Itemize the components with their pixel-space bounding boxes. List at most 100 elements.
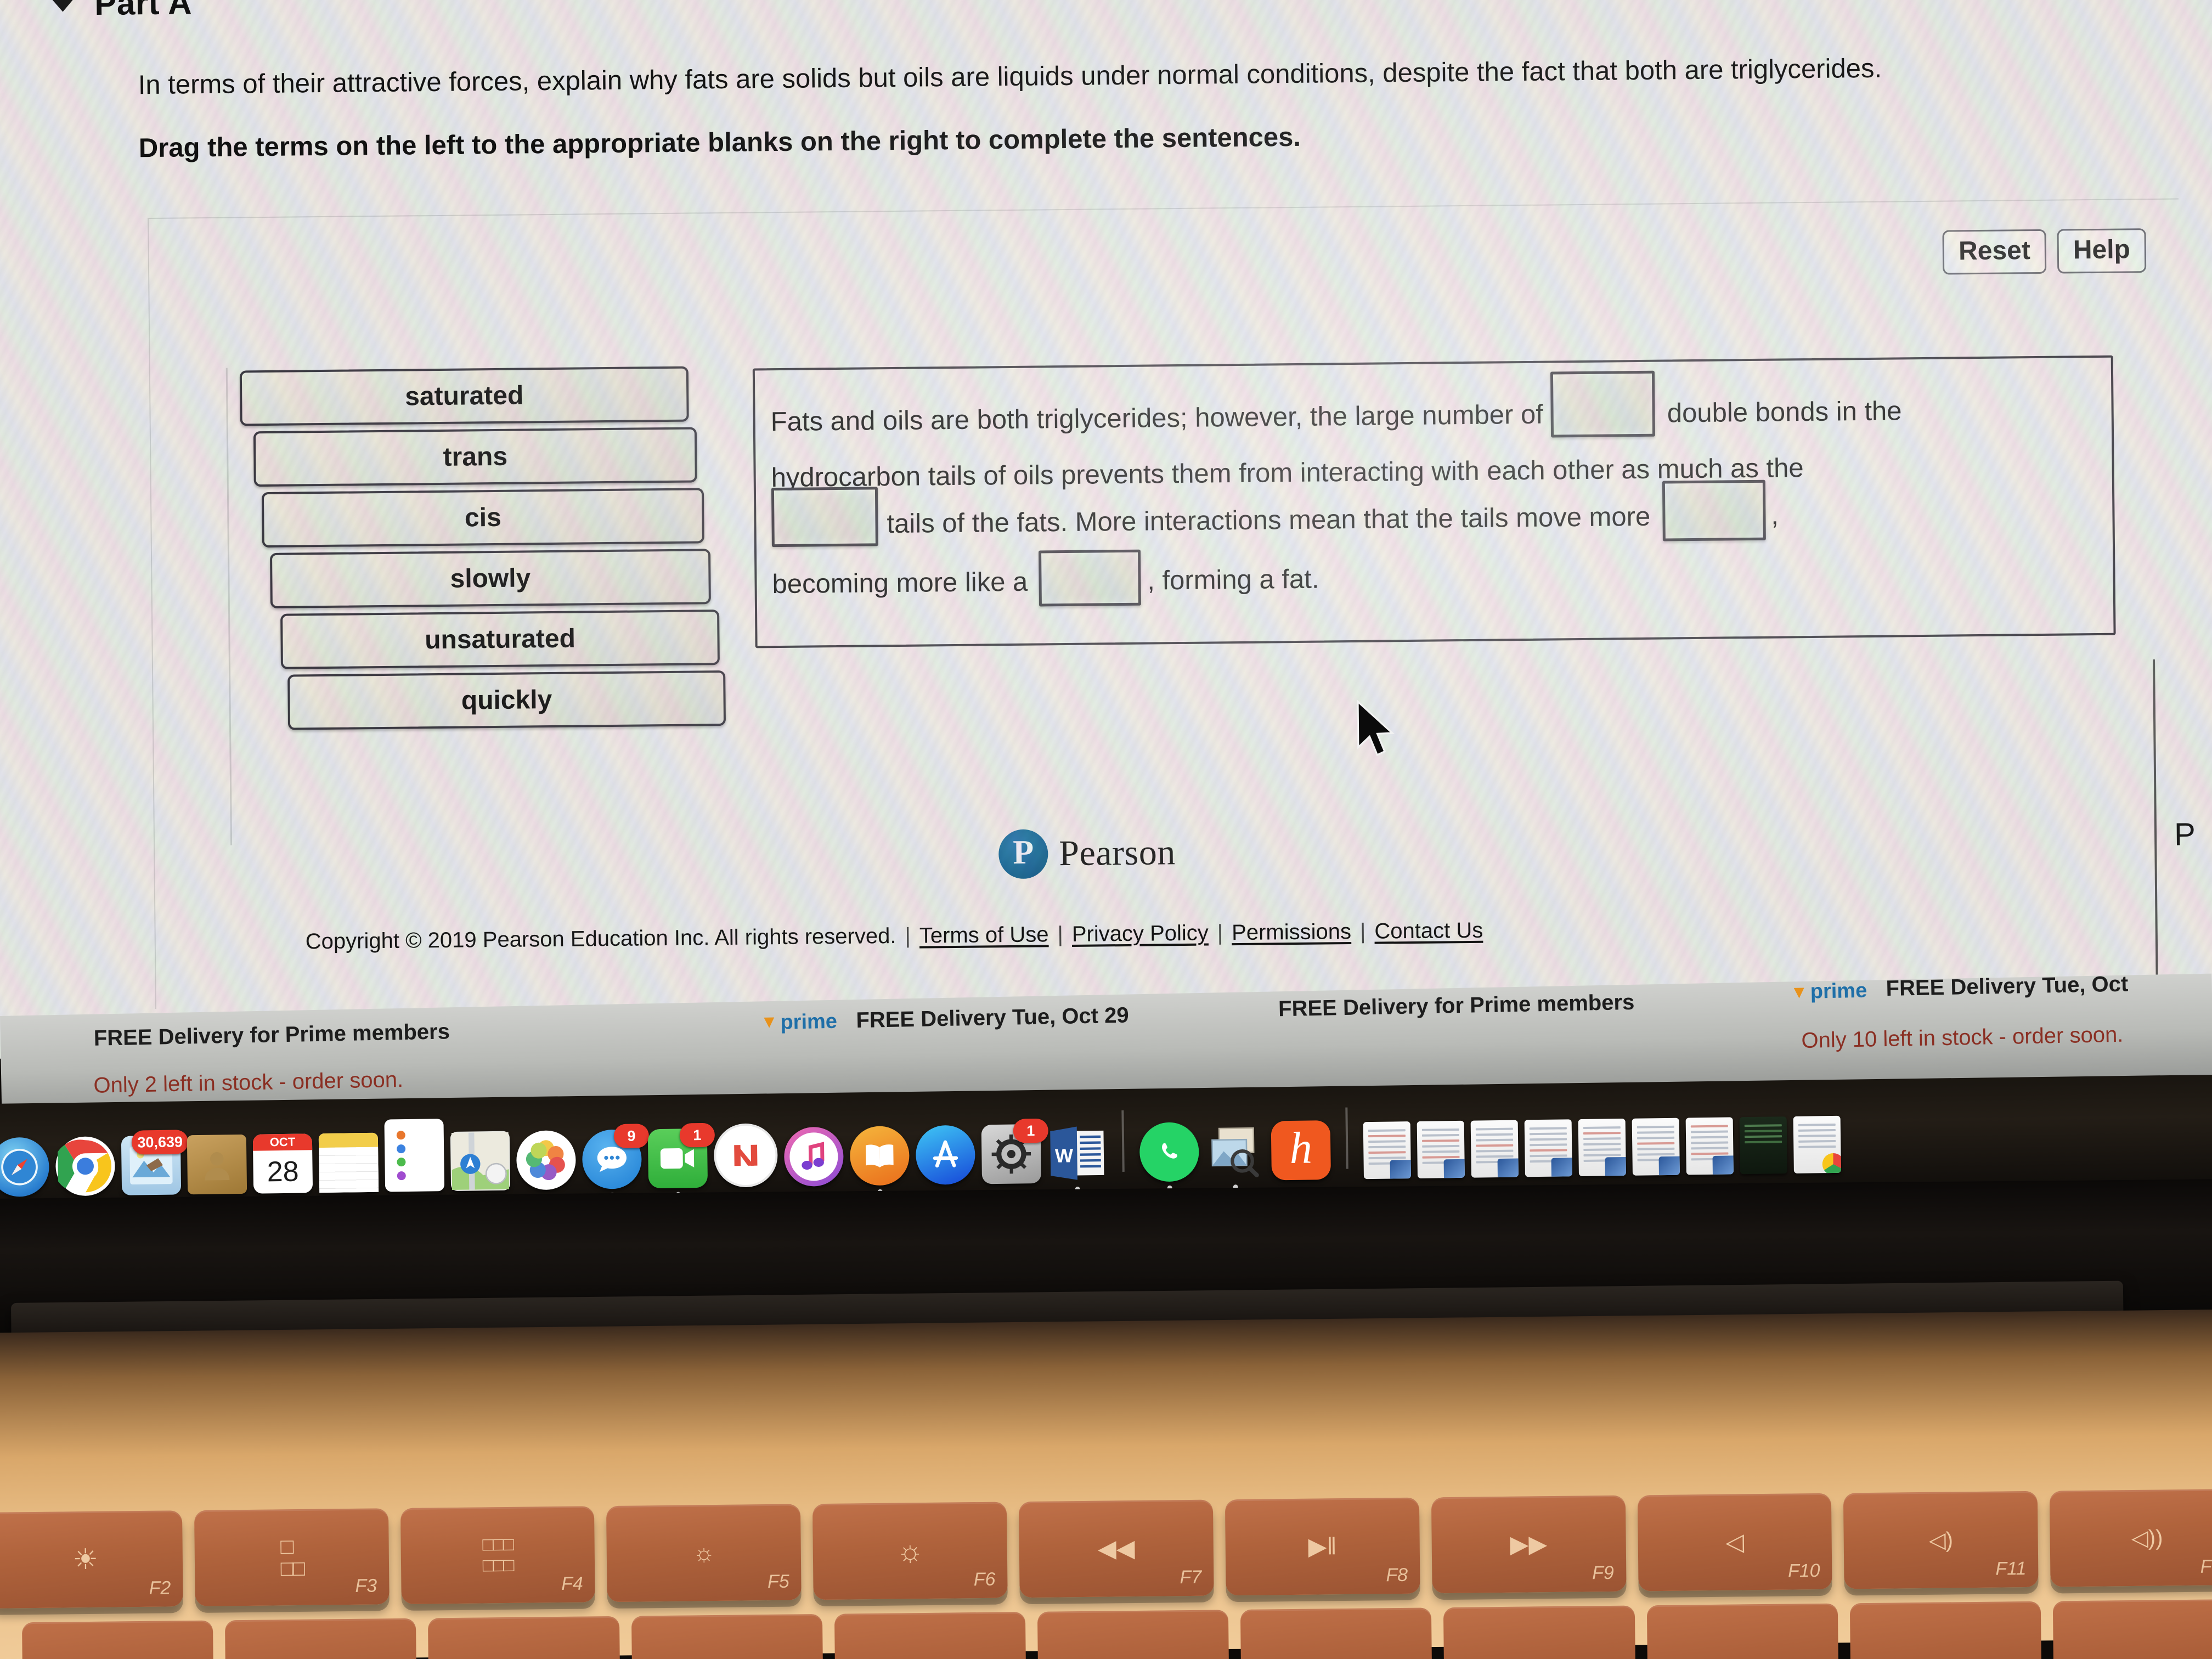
minimized-window-app-badge [1497,1158,1519,1178]
number-key[interactable] [631,1613,823,1659]
sentence-line4-b: , forming a fat. [1147,564,1319,596]
footer-link-terms-of-use[interactable]: Terms of Use [919,922,1049,948]
mute-key[interactable]: ◁ F10 [1637,1493,1832,1592]
minimized-window[interactable] [1470,1120,1519,1178]
drag-term-cis[interactable]: cis [261,488,704,548]
dock-badge-mail: 30,639 [132,1130,189,1155]
minimized-window[interactable] [1363,1121,1412,1180]
number-key[interactable] [1240,1607,1432,1659]
number-key[interactable] [1443,1605,1635,1659]
music-note-icon [802,1142,825,1170]
footer-link-contact-us[interactable]: Contact Us [1374,918,1483,944]
keyboard-backlight-small-icon: ☼ [692,1539,715,1566]
dock-item-facetime[interactable]: 1 [647,1122,715,1197]
number-key[interactable] [21,1620,214,1659]
minimized-window-chrome[interactable] [1793,1115,1841,1173]
footer-link-privacy-policy[interactable]: Privacy Policy [1072,921,1209,947]
drag-term-saturated[interactable]: saturated [239,366,689,426]
minimized-window[interactable] [1524,1119,1572,1177]
key-label: F11 [1995,1558,2027,1579]
photos-icon [526,1140,565,1181]
launchpad-key[interactable]: □□□ □□□ F4 [400,1506,596,1605]
help-button[interactable]: Help [2057,228,2147,274]
maps-icon [451,1132,510,1190]
drag-term-quickly[interactable]: quickly [287,670,726,730]
collapse-caret-icon[interactable] [49,0,76,12]
drag-term-slowly[interactable]: slowly [269,549,711,608]
minimized-window[interactable] [1417,1120,1465,1178]
minimized-window-terminal[interactable] [1739,1116,1787,1175]
keyboard-backlight-up-key[interactable]: ☼ F6 [812,1502,1008,1600]
dock-item-safari[interactable] [0,1137,50,1206]
dock-item-preview[interactable] [1205,1121,1265,1190]
minimized-window[interactable] [1578,1118,1626,1177]
mission-control-icon: □ □□ [280,1534,303,1581]
dock-item-news[interactable] [713,1123,778,1188]
dock-item-mail[interactable]: 30,639 [121,1130,189,1204]
dock-item-maps[interactable] [450,1131,511,1191]
dock-item-messages[interactable]: 9 [582,1124,650,1198]
number-key[interactable] [1646,1603,1838,1659]
drag-term-trans[interactable]: trans [253,427,697,487]
keyboard-backlight-down-key[interactable]: ☼ F5 [606,1504,802,1602]
part-a-header[interactable]: Part A [49,0,192,23]
key-label: F7 [1180,1566,1202,1588]
sentence-line3-b: , [1770,500,1779,531]
brightness-icon: ☀ [72,1543,99,1576]
number-key[interactable] [1849,1601,2041,1659]
dock-item-books[interactable] [849,1126,910,1194]
key-label: F3 [355,1575,377,1596]
sentence-line1-b: double bonds in the [1667,396,1902,428]
volume-down-key[interactable]: ◁) F11 [1843,1491,2039,1589]
number-key[interactable] [428,1616,620,1659]
drop-blank-1[interactable] [1550,370,1656,438]
minimized-window-app-badge [1712,1155,1734,1175]
dock-item-notes[interactable] [318,1132,379,1201]
number-key[interactable] [2052,1599,2212,1659]
drag-term-unsaturated[interactable]: unsaturated [280,610,720,669]
dock-item-itunes[interactable] [783,1126,844,1187]
number-key[interactable] [1037,1610,1229,1659]
dock-item-system-preferences[interactable]: 1 [981,1118,1049,1184]
reset-button[interactable]: Reset [1942,229,2047,275]
dock-item-hypothesis[interactable]: h [1271,1120,1331,1181]
amazon-left-stock-text: Only 2 left in stock - order soon. [93,1067,404,1098]
dock-item-whatsapp[interactable] [1139,1122,1200,1190]
drop-blank-3[interactable] [1662,479,1766,541]
mission-control-key[interactable]: □ □□ F3 [194,1508,390,1606]
dock-item-word[interactable]: W [1047,1123,1107,1192]
sentence-line3-a: tails of the fats. More interactions mea… [887,501,1651,539]
minimized-window[interactable] [1632,1118,1680,1176]
reminder-dot-purple-icon [397,1171,406,1181]
drop-blank-2[interactable] [771,487,878,548]
amazon-prime-chevron-right-icon: ▾ [1793,980,1805,1004]
laptop-screen: Part A In terms of their attractive forc… [0,0,2212,1059]
dock-item-contacts[interactable] [187,1134,247,1195]
dock-item-calendar[interactable]: OCT 28 [252,1133,313,1194]
amazon-right-prime-brand: prime [1810,979,1867,1003]
fast-forward-icon: ▶▶ [1510,1530,1548,1558]
drop-blank-4[interactable] [1038,549,1141,607]
number-key[interactable] [225,1618,417,1659]
play-pause-key[interactable]: ▶‖ F8 [1224,1497,1420,1596]
fast-forward-key[interactable]: ▶▶ F9 [1431,1495,1627,1594]
dock-item-app-store[interactable] [915,1125,976,1185]
amazon-prime-chevron-mid-icon: ▾ [764,1009,775,1034]
pearson-mark-letter: P [1013,833,1034,871]
dock-item-photos[interactable] [516,1130,577,1190]
minimized-window-app-badge [1443,1159,1465,1178]
volume-up-key[interactable]: ◁)) F12 [2049,1488,2212,1587]
amazon-mid2-prime-text: FREE Delivery for Prime members [1278,990,1635,1022]
footer-link-permissions[interactable]: Permissions [1232,919,1351,945]
rewind-key[interactable]: ◀◀ F7 [1018,1499,1214,1598]
dock-item-reminders[interactable] [384,1119,445,1192]
preview-icon [1211,1127,1259,1177]
number-key[interactable] [834,1612,1026,1659]
reminder-dot-orange-icon [396,1130,405,1140]
sentence-line1-a: Fats and oils are both triglycerides; ho… [770,399,1544,437]
brightness-up-key[interactable]: ☀ F2 [0,1510,183,1609]
minimized-window[interactable] [1685,1117,1734,1175]
footer-separator-1: | [905,923,911,948]
footer-separator-2: | [1057,922,1064,947]
dock-item-chrome[interactable] [55,1136,116,1205]
